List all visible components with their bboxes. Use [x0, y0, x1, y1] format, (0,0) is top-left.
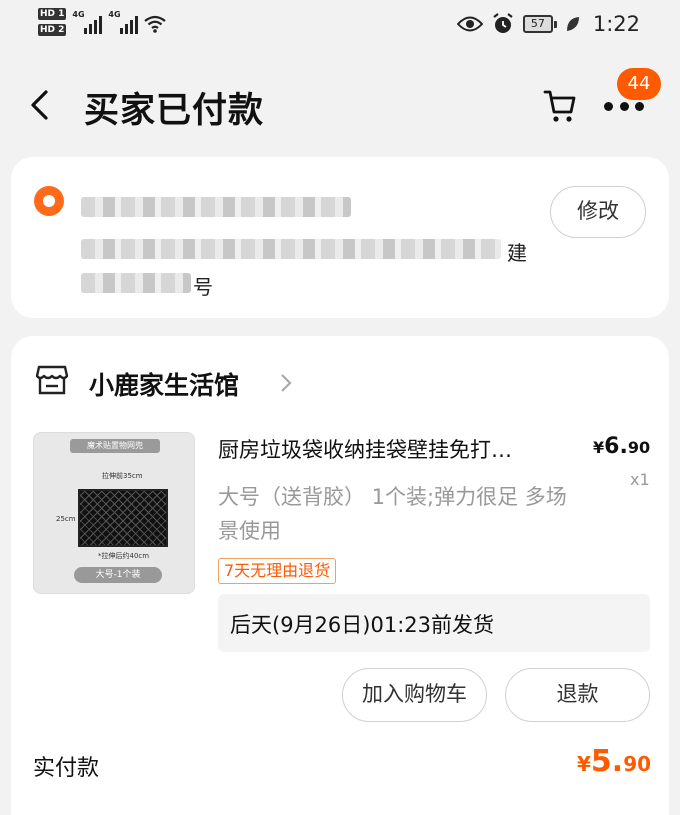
notification-badge: 44: [617, 68, 661, 100]
paid-integer: 5.: [590, 744, 624, 779]
product-image-pill: 大号-1个装: [74, 567, 162, 583]
signal-icon: 4G: [72, 8, 103, 34]
more-icon[interactable]: [604, 100, 644, 112]
battery-level: 57: [522, 15, 553, 33]
product-title[interactable]: 厨房垃圾袋收纳挂袋壁挂免打…: [218, 434, 578, 464]
product-image-bottom-label: *拉伸后约40cm: [98, 552, 150, 560]
sim2-label: HD 2: [38, 24, 67, 36]
price-decimal: 90: [627, 438, 651, 457]
shipping-text: 后天(9月26日)01:23前发货: [230, 613, 494, 637]
product-image-mesh: [78, 489, 168, 547]
page-title: 买家已付款: [84, 91, 265, 131]
price-integer: 6.: [604, 434, 628, 459]
sim-indicators: HD 1 HD 2: [38, 8, 67, 36]
product-image-top-label: 拉伸前35cm: [102, 472, 143, 480]
battery-icon: 57: [522, 15, 557, 33]
shipping-info: 后天(9月26日)01:23前发货: [218, 594, 650, 652]
eye-icon: [456, 16, 483, 32]
edit-address-button[interactable]: 修改: [550, 186, 646, 238]
product-sku: 大号（送背胶） 1个装;弹力很足 多场景使用: [218, 485, 567, 543]
paid-symbol: ¥: [577, 752, 591, 776]
address-fragment-2: 号: [193, 275, 213, 299]
address-line-blurred: [81, 239, 501, 259]
address-fragment: 建: [507, 241, 527, 265]
address-card[interactable]: 建 号 修改: [11, 157, 669, 318]
status-left: HD 1 HD 2 4G 4G: [38, 8, 167, 36]
store-icon: [35, 365, 69, 395]
product-image[interactable]: 魔术贴置物网兜 拉伸前35cm 25cm *拉伸后约40cm 大号-1个装: [33, 432, 195, 594]
paid-amount: ¥5.90: [577, 744, 651, 779]
store-name[interactable]: 小鹿家生活馆: [89, 366, 239, 402]
product-image-side-label: 25cm: [56, 515, 76, 523]
paid-label: 实付款: [33, 756, 100, 781]
product-price: ¥6.90: [593, 434, 650, 459]
back-icon[interactable]: [26, 88, 54, 122]
alarm-icon: [493, 13, 513, 33]
chevron-right-icon[interactable]: [279, 372, 293, 394]
paid-decimal: 90: [623, 752, 652, 776]
clock: 1:22: [592, 12, 640, 36]
leaf-icon: [566, 17, 579, 31]
order-card: 小鹿家生活馆 魔术贴置物网兜 拉伸前35cm 25cm *拉伸后约40cm 大号…: [11, 336, 669, 815]
recipient-name-blurred: [81, 197, 351, 217]
network-type-2: 4G: [108, 10, 121, 19]
product-image-banner: 魔术贴置物网兜: [70, 439, 160, 453]
address-line2-blurred: [81, 273, 191, 293]
status-bar: HD 1 HD 2 4G 4G 57 1:22: [0, 0, 680, 52]
network-type-1: 4G: [72, 10, 85, 19]
status-right: 57 1:22: [456, 12, 640, 36]
product-quantity: x1: [630, 470, 650, 489]
cart-icon[interactable]: [542, 88, 578, 124]
return-policy-tag: 7天无理由退货: [218, 558, 337, 584]
sim1-label: HD 1: [38, 8, 67, 20]
wifi-icon: [144, 15, 167, 33]
signal-icon-2: 4G: [108, 8, 139, 34]
header: 买家已付款 44: [0, 60, 680, 150]
price-symbol: ¥: [593, 438, 605, 457]
location-icon: [34, 186, 64, 216]
add-to-cart-button[interactable]: 加入购物车: [342, 668, 487, 722]
refund-button[interactable]: 退款: [505, 668, 650, 722]
